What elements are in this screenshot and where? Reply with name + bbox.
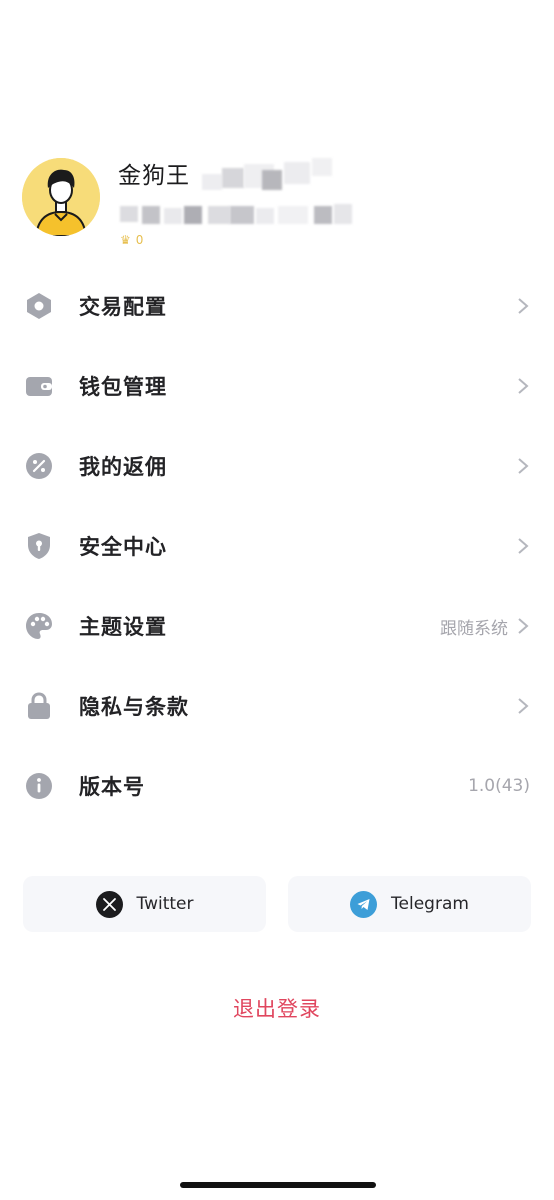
chevron-right-icon [518,458,529,474]
x-logo-icon [95,890,123,918]
telegram-button[interactable]: Telegram [288,876,531,932]
menu-item-privacy[interactable]: 隐私与条款 [0,666,554,746]
menu-item-security[interactable]: 安全中心 [0,506,554,586]
menu-label: 主题设置 [79,615,167,639]
info-icon [24,771,54,801]
shield-icon [24,531,54,561]
version-value: 1.0(43) [468,776,530,796]
chevron-right-icon [518,538,529,554]
menu-label: 版本号 [79,775,145,799]
hexagon-icon [24,291,54,321]
avatar-illustration [22,158,100,236]
twitter-label: Twitter [136,894,194,914]
wallet-icon [24,371,54,401]
menu-label: 钱包管理 [79,375,167,399]
menu-item-theme[interactable]: 主题设置 跟随系统 [0,586,554,666]
profile-header[interactable]: 金狗王 ♛ 0 [22,156,542,256]
menu-item-rebate[interactable]: 我的返佣 [0,426,554,506]
username: 金狗王 [118,163,190,189]
avatar[interactable] [22,158,100,236]
vip-badge: ♛ 0 [120,233,143,247]
palette-icon [24,611,54,641]
vip-level: 0 [135,233,144,247]
menu-label: 隐私与条款 [79,695,189,719]
menu-item-version: 版本号 1.0(43) [0,746,554,826]
logout-button[interactable]: 退出登录 [0,993,554,1023]
menu-item-trade-config[interactable]: 交易配置 [0,266,554,346]
menu-item-wallet[interactable]: 钱包管理 [0,346,554,426]
theme-value: 跟随系统 [440,618,508,639]
social-links: Twitter Telegram [23,876,531,932]
menu-label: 安全中心 [79,535,167,559]
percent-icon [24,451,54,481]
chevron-right-icon [518,378,529,394]
telegram-label: Telegram [391,894,469,914]
menu-label: 我的返佣 [79,455,167,479]
twitter-button[interactable]: Twitter [23,876,266,932]
menu-label: 交易配置 [79,295,167,319]
crown-icon: ♛ [120,233,131,247]
settings-menu: 交易配置 钱包管理 我的返佣 安全中心 主题设置 跟随系统 隐私与条款 版本号 … [0,266,554,826]
chevron-right-icon [518,698,529,714]
telegram-logo-icon [350,890,378,918]
chevron-right-icon [518,618,529,634]
chevron-right-icon [518,298,529,314]
home-indicator[interactable] [180,1182,376,1188]
lock-icon [24,691,54,721]
